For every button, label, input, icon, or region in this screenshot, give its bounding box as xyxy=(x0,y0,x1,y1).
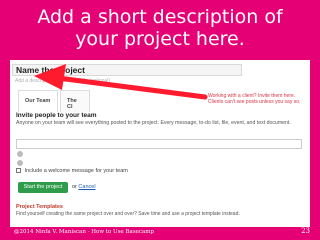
footer: @2014 Ninfa V. Maniscan - How to Use Bas… xyxy=(0,227,320,240)
page-number: 23 xyxy=(301,227,310,235)
arrow-icon xyxy=(34,64,208,100)
footer-credit: @2014 Ninfa V. Maniscan - How to Use Bas… xyxy=(14,229,155,235)
